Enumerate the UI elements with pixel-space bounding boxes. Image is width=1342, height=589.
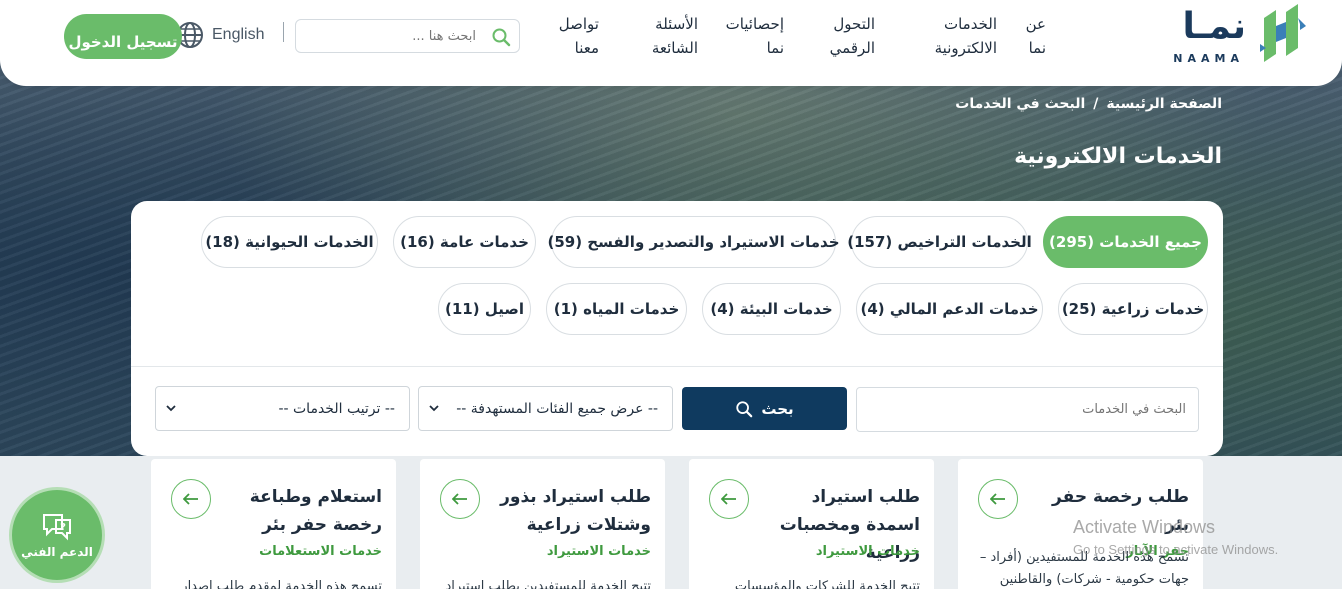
open-service-button[interactable] bbox=[440, 479, 480, 519]
service-card-title: استعلام وطباعة رخصة حفر بئر bbox=[249, 487, 382, 535]
chip-environment[interactable]: خدمات البيئة (4) bbox=[702, 283, 841, 335]
nav-digital-line1: التحول bbox=[833, 15, 875, 33]
search-icon bbox=[736, 400, 753, 417]
service-card-category: خدمات الاستيراد bbox=[815, 544, 920, 559]
breadcrumb-home[interactable]: الصفحة الرئيسية bbox=[1106, 96, 1222, 112]
service-search-input[interactable] bbox=[857, 388, 1198, 431]
header-divider bbox=[283, 22, 284, 42]
chip-financial-support[interactable]: خدمات الدعم المالي (4) bbox=[856, 283, 1043, 335]
service-card-category: خدمات الاستعلامات bbox=[259, 544, 382, 559]
service-card-description: تتيح الخدمة للشركات والمؤسسات bbox=[734, 579, 920, 589]
chevron-down-icon bbox=[166, 405, 176, 412]
chip-agricultural[interactable]: خدمات زراعية (25) bbox=[1058, 283, 1208, 335]
arrow-left-icon bbox=[452, 493, 467, 505]
header-search-input[interactable] bbox=[296, 20, 486, 52]
nav-statistics-line2: نما bbox=[766, 39, 784, 57]
service-search-field bbox=[856, 387, 1199, 432]
chip-animal-services[interactable]: الخدمات الحيوانية (18) bbox=[201, 216, 378, 268]
chip-licenses[interactable]: الخدمات التراخيص (157) bbox=[847, 216, 1032, 268]
nav-faq-line1: الأسئلة bbox=[655, 15, 698, 33]
sort-value: -- ترتيب الخدمات -- bbox=[278, 400, 395, 417]
nav-digital-line2: الرقمي bbox=[829, 39, 875, 57]
breadcrumb-separator: / bbox=[1093, 96, 1099, 112]
login-button[interactable]: تسجيل الدخول bbox=[64, 14, 182, 59]
logo-arabic-text: نمـا bbox=[1182, 6, 1246, 47]
chip-aseel[interactable]: اصيل (11) bbox=[438, 283, 531, 335]
language-label: English bbox=[212, 26, 265, 43]
search-button-label: بحث bbox=[761, 399, 794, 418]
chevron-down-icon bbox=[429, 405, 439, 412]
service-card[interactable]: طلب استيراد اسمدة ومخصبات زراعية خدمات ا… bbox=[689, 459, 934, 589]
technical-support-button[interactable]: ? الدعم الفني bbox=[9, 487, 105, 583]
arrow-left-icon bbox=[721, 493, 736, 505]
breadcrumb-current: البحث في الخدمات bbox=[955, 96, 1086, 112]
breadcrumb: الصفحة الرئيسية / البحث في الخدمات bbox=[955, 96, 1222, 112]
chat-question-icon: ? bbox=[43, 514, 71, 541]
filter-bar: بحث -- عرض جميع الفئات المستهدفة -- -- ت… bbox=[131, 367, 1223, 456]
svg-text:?: ? bbox=[60, 522, 66, 533]
nav-faq-line2: الشائعة bbox=[651, 39, 698, 57]
service-card[interactable]: طلب رخصة حفر بئر حفر الآبار تسمح هذه الخ… bbox=[958, 459, 1203, 589]
page-title: الخدمات الالكترونية bbox=[1014, 144, 1222, 169]
service-card[interactable]: طلب استيراد بذور وشتلات زراعية خدمات الا… bbox=[420, 459, 665, 589]
nav-about-line1: عن bbox=[1025, 15, 1046, 33]
service-card-description: تسمح هذه الخدمة لمقدم طلب إصدار bbox=[181, 579, 382, 589]
nav-eservices-line2: الالكترونية bbox=[934, 39, 997, 57]
naama-logo-icon bbox=[1260, 4, 1306, 62]
category-chips: جميع الخدمات (295) الخدمات التراخيص (157… bbox=[131, 201, 1223, 367]
service-card[interactable]: استعلام وطباعة رخصة حفر بئر خدمات الاستع… bbox=[151, 459, 396, 589]
nav-eservices-line1: الخدمات bbox=[943, 15, 997, 33]
services-panel: جميع الخدمات (295) الخدمات التراخيص (157… bbox=[131, 201, 1223, 456]
nav-contact-line1: تواصل bbox=[558, 15, 599, 33]
chip-all-services[interactable]: جميع الخدمات (295) bbox=[1043, 216, 1208, 268]
arrow-left-icon bbox=[183, 493, 198, 505]
nav-eservices[interactable]: الخدمات الالكترونية bbox=[935, 12, 997, 60]
search-button[interactable]: بحث bbox=[682, 387, 847, 430]
chip-general-services[interactable]: خدمات عامة (16) bbox=[393, 216, 536, 268]
language-switch[interactable]: English bbox=[176, 20, 264, 50]
nav-contact-line2: معنا bbox=[574, 39, 599, 57]
arrow-left-icon bbox=[990, 493, 1005, 505]
chip-import-export[interactable]: خدمات الاستيراد والتصدير والفسح (59) bbox=[547, 216, 840, 268]
service-card-category: خدمات الاستيراد bbox=[546, 544, 651, 559]
nav-statistics-line1: إحصائيات bbox=[725, 15, 784, 33]
service-card-description: تتيح الخدمة للمستفيدين بطلب استيراد bbox=[445, 579, 651, 589]
target-category-value: -- عرض جميع الفئات المستهدفة -- bbox=[456, 400, 658, 417]
site-header: نمـا NAAMA عن نما الخدمات الالكترونية ال… bbox=[0, 0, 1342, 86]
naama-logo[interactable]: نمـا NAAMA bbox=[1148, 4, 1308, 70]
nav-contact[interactable]: تواصل معنا bbox=[559, 12, 599, 60]
logo-english-text: NAAMA bbox=[1173, 52, 1244, 65]
open-service-button[interactable] bbox=[171, 479, 211, 519]
target-category-select[interactable]: -- عرض جميع الفئات المستهدفة -- bbox=[418, 386, 673, 431]
nav-faq[interactable]: الأسئلة الشائعة bbox=[652, 12, 698, 60]
service-card-title: طلب رخصة حفر بئر bbox=[1052, 487, 1189, 535]
search-icon[interactable] bbox=[491, 27, 511, 47]
nav-digital-transformation[interactable]: التحول الرقمي bbox=[830, 12, 875, 60]
service-card-title: طلب استيراد بذور وشتلات زراعية bbox=[500, 487, 651, 535]
nav-statistics[interactable]: إحصائيات نما bbox=[726, 12, 784, 60]
nav-about-line2: نما bbox=[1028, 39, 1046, 57]
sort-select[interactable]: -- ترتيب الخدمات -- bbox=[155, 386, 410, 431]
technical-support-label: الدعم الفني bbox=[21, 545, 93, 559]
header-search bbox=[295, 19, 520, 53]
chip-water[interactable]: خدمات المياه (1) bbox=[546, 283, 687, 335]
open-service-button[interactable] bbox=[709, 479, 749, 519]
service-card-description: تسمح هذه الخدمة للمستفيدين (أفراد – جهات… bbox=[979, 550, 1189, 587]
nav-about[interactable]: عن نما bbox=[1026, 12, 1046, 60]
open-service-button[interactable] bbox=[978, 479, 1018, 519]
